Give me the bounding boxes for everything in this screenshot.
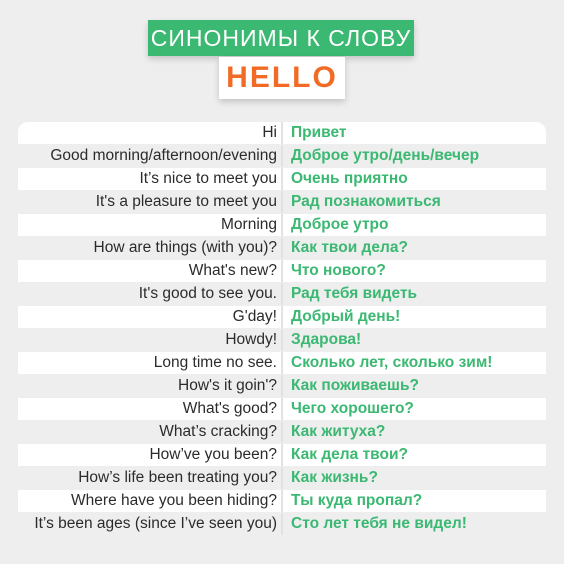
column-divider	[281, 214, 283, 236]
russian-phrase: Доброе утро	[291, 216, 389, 233]
english-phrase: Long time no see.	[153, 354, 277, 371]
russian-phrase: Сколько лет, сколько зим!	[291, 354, 493, 371]
table-row: It’s nice to meet you Очень приятно	[18, 168, 546, 190]
table-row: How’ve you been? Как дела твои?	[18, 444, 546, 466]
english-phrase: How are things (with you)?	[93, 239, 278, 256]
russian-phrase: Что нового?	[291, 262, 386, 279]
russian-phrase: Как житуха?	[291, 423, 386, 440]
english-phrase: Hi	[262, 124, 277, 141]
column-divider	[281, 375, 283, 397]
column-divider	[281, 237, 283, 259]
column-divider	[281, 260, 283, 282]
column-divider	[281, 444, 283, 466]
column-divider	[281, 168, 283, 190]
english-phrase: It's a pleasure to meet you	[95, 193, 277, 210]
table-row: What’s cracking? Как житуха?	[18, 421, 546, 443]
table-row: Hi Привет	[18, 122, 546, 144]
russian-phrase: Добрый день!	[291, 308, 401, 325]
russian-phrase: Здарова!	[291, 331, 362, 348]
russian-phrase: Ты куда пропал?	[291, 492, 423, 509]
russian-phrase: Чего хорошего?	[291, 400, 414, 417]
english-phrase: What's new?	[188, 262, 277, 279]
russian-phrase: Как жизнь?	[291, 469, 378, 486]
english-phrase: Where have you been hiding?	[71, 492, 277, 509]
column-divider	[281, 306, 283, 328]
english-phrase: It’s nice to meet you	[139, 170, 277, 187]
russian-phrase: Очень приятно	[291, 170, 408, 187]
russian-phrase: Сто лет тебя не видел!	[291, 515, 467, 532]
english-phrase: It's good to see you.	[138, 285, 277, 302]
russian-phrase: Как дела твои?	[291, 446, 408, 463]
table-row: Long time no see. Сколько лет, сколько з…	[18, 352, 546, 374]
column-divider	[281, 467, 283, 489]
word-text: HELLO	[226, 61, 338, 94]
russian-phrase: Рад тебя видеть	[291, 285, 418, 302]
table-row: It's good to see you. Рад тебя видеть	[18, 283, 546, 305]
russian-phrase: Как поживаешь?	[291, 377, 419, 394]
column-divider	[281, 191, 283, 213]
word-banner: HELLO	[219, 57, 345, 99]
synonyms-table: Hi Привет Good morning/afternoon/evening…	[18, 122, 546, 536]
table-row: It's a pleasure to meet you Рад познаком…	[18, 191, 546, 213]
table-row: How's it goin'? Как поживаешь?	[18, 375, 546, 397]
table-row: Where have you been hiding? Ты куда проп…	[18, 490, 546, 512]
russian-phrase: Привет	[291, 124, 347, 141]
column-divider	[281, 352, 283, 374]
english-phrase: Howdy!	[225, 331, 277, 348]
table-row: It’s been ages (since I’ve seen you) Сто…	[18, 513, 546, 535]
english-phrase: How’ve you been?	[149, 446, 277, 463]
column-divider	[281, 329, 283, 351]
subtitle-banner: СИНОНИМЫ К СЛОВУ	[148, 20, 414, 56]
table-row: G'day! Добрый день!	[18, 306, 546, 328]
russian-phrase: Доброе утро/день/вечер	[291, 147, 480, 164]
english-phrase: How's it goin'?	[178, 377, 277, 394]
table-row: Howdy! Здарова!	[18, 329, 546, 351]
table-row: How are things (with you)? Как твои дела…	[18, 237, 546, 259]
column-divider	[281, 398, 283, 420]
table-row: Good morning/afternoon/evening Доброе ут…	[18, 145, 546, 167]
column-divider	[281, 490, 283, 512]
english-phrase: Good morning/afternoon/evening	[50, 147, 277, 164]
english-phrase: How’s life been treating you?	[78, 469, 277, 486]
table-row: How’s life been treating you? Как жизнь?	[18, 467, 546, 489]
column-divider	[281, 421, 283, 443]
subtitle-text: СИНОНИМЫ К СЛОВУ	[150, 24, 412, 51]
english-phrase: What's good?	[182, 400, 277, 417]
russian-phrase: Рад познакомиться	[291, 193, 441, 210]
english-phrase: It’s been ages (since I’ve seen you)	[34, 515, 277, 532]
russian-phrase: Как твои дела?	[291, 239, 408, 256]
table-row: What's new? Что нового?	[18, 260, 546, 282]
column-divider	[281, 122, 283, 144]
english-phrase: Morning	[221, 216, 277, 233]
column-divider	[281, 145, 283, 167]
table-row: What's good? Чего хорошего?	[18, 398, 546, 420]
table-row: Morning Доброе утро	[18, 214, 546, 236]
english-phrase: What’s cracking?	[159, 423, 277, 440]
column-divider	[281, 283, 283, 305]
english-phrase: G'day!	[232, 308, 277, 325]
column-divider	[281, 513, 283, 535]
